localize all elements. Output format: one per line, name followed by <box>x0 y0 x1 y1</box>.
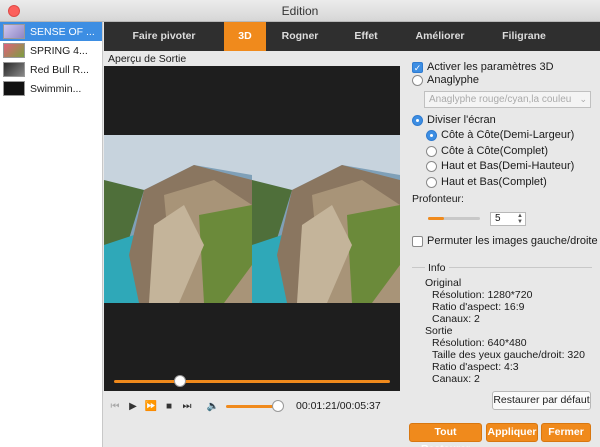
file-thumbnail <box>3 43 25 58</box>
file-item-sense[interactable]: SENSE OF ... <box>0 22 102 41</box>
tab-rotate[interactable]: Faire pivoter <box>104 22 224 51</box>
file-item-redbull[interactable]: Red Bull R... <box>0 60 102 79</box>
depth-label: Profonteur: <box>412 193 464 205</box>
file-name: Red Bull R... <box>30 63 89 76</box>
option-tb-full-radio[interactable] <box>426 176 437 188</box>
depth-stepper[interactable]: 5 ▲ ▼ <box>490 212 526 226</box>
swap-checkbox[interactable] <box>412 235 423 247</box>
restore-default-button[interactable]: Restaurer par défaut <box>492 391 591 410</box>
option-sbs-full-row[interactable]: Côte à Côte(Complet) <box>426 145 548 157</box>
anaglyph-row[interactable]: Anaglyphe <box>412 74 479 86</box>
option-label: Haut et Bas(Demi-Hauteur) <box>441 160 575 172</box>
info-output-resolution: Résolution: 640*480 <box>432 337 527 349</box>
depth-value: 5 <box>495 213 501 224</box>
preview-label: Aperçu de Sortie <box>108 53 187 65</box>
chevron-down-icon: ⌄ <box>579 94 587 104</box>
info-original-channels: Canaux: 2 <box>432 313 480 325</box>
file-thumbnail <box>3 62 25 77</box>
video-right-eye <box>252 135 400 303</box>
info-title: Info <box>425 262 449 274</box>
info-output-channels: Canaux: 2 <box>432 373 480 385</box>
tab-bar: Faire pivoter 3D Rogner Effet Améliorer … <box>104 22 600 51</box>
option-label: Côte à Côte(Demi-Largeur) <box>441 129 575 141</box>
file-thumbnail <box>3 81 25 96</box>
file-name: SPRING 4... <box>30 44 88 57</box>
stepper-arrows-icon[interactable]: ▲ ▼ <box>517 213 523 225</box>
enable-3d-checkbox[interactable]: ✓ <box>412 61 423 73</box>
volume-icon[interactable]: 🔈 <box>204 401 222 412</box>
volume-knob[interactable] <box>272 399 284 412</box>
apply-button[interactable]: Appliquer <box>486 423 538 442</box>
skip-end-icon[interactable]: ⏭ <box>178 401 196 412</box>
info-output-eye-size: Taille des yeux gauche/droit: 320 <box>432 349 585 361</box>
anaglyph-select[interactable]: Anaglyphe rouge/cyan,la couleu ⌄ <box>424 91 591 108</box>
file-name: Swimmin... <box>30 82 82 95</box>
anaglyph-select-value: Anaglyphe rouge/cyan,la couleu <box>429 94 572 105</box>
play-icon[interactable]: ▶ <box>124 401 142 412</box>
info-output-ratio: Ratio d'aspect: 4:3 <box>432 361 519 373</box>
file-item-spring[interactable]: SPRING 4... <box>0 41 102 60</box>
volume-slider[interactable] <box>226 399 284 412</box>
file-list: SENSE OF ... SPRING 4... Red Bull R... S… <box>0 22 103 447</box>
tab-watermark[interactable]: Filigrane <box>482 22 566 51</box>
split-screen-label: Diviser l'écran <box>427 114 496 126</box>
file-name: SENSE OF ... <box>30 25 95 38</box>
enable-3d-row[interactable]: ✓ Activer les paramètres 3D <box>412 61 554 73</box>
split-screen-radio[interactable] <box>412 114 423 126</box>
option-label: Côte à Côte(Complet) <box>441 145 548 157</box>
file-item-swimming[interactable]: Swimmin... <box>0 79 102 98</box>
info-original-label: Original <box>425 277 462 289</box>
timecode: 00:01:21/00:05:37 <box>296 400 381 412</box>
info-original-resolution: Résolution: 1280*720 <box>432 289 533 301</box>
anaglyph-label: Anaglyphe <box>427 74 479 86</box>
option-label: Haut et Bas(Complet) <box>441 176 547 188</box>
tab-enhance[interactable]: Améliorer <box>398 22 482 51</box>
skip-start-icon[interactable]: ⏮ <box>106 401 124 412</box>
tab-effect[interactable]: Effet <box>334 22 398 51</box>
option-sbs-full-radio[interactable] <box>426 145 437 157</box>
option-sbs-half-row[interactable]: Côte à Côte(Demi-Largeur) <box>426 129 574 141</box>
depth-slider-fill <box>428 217 444 220</box>
close-button[interactable]: Fermer <box>541 423 591 442</box>
seek-bar[interactable] <box>114 375 390 387</box>
info-output-label: Sortie <box>425 325 453 337</box>
stop-icon[interactable]: ■ <box>160 401 178 412</box>
swap-label: Permuter les images gauche/droite <box>427 235 598 247</box>
depth-slider[interactable] <box>428 217 480 220</box>
enable-3d-label: Activer les paramètres 3D <box>427 61 554 73</box>
anaglyph-radio[interactable] <box>412 74 423 86</box>
playback-controls: ⏮ ▶ ⏩ ■ ⏭ 🔈 00:01:21/00:05:37 <box>104 396 400 416</box>
tab-crop[interactable]: Rogner <box>266 22 334 51</box>
window-titlebar: Edition <box>0 0 600 22</box>
seek-knob[interactable] <box>174 375 187 387</box>
swap-row[interactable]: Permuter les images gauche/droite <box>412 235 598 247</box>
info-original-ratio: Ratio d'aspect: 16:9 <box>432 301 525 313</box>
option-tb-half-radio[interactable] <box>426 160 437 172</box>
tab-3d[interactable]: 3D <box>224 22 266 51</box>
restore-all-button[interactable]: Tout Restaurer <box>409 423 482 447</box>
option-tb-half-row[interactable]: Haut et Bas(Demi-Hauteur) <box>426 160 574 172</box>
video-preview <box>104 66 400 391</box>
split-screen-row[interactable]: Diviser l'écran <box>412 114 496 126</box>
option-tb-full-row[interactable]: Haut et Bas(Complet) <box>426 176 547 188</box>
window-close-button[interactable] <box>8 5 20 17</box>
option-sbs-half-radio[interactable] <box>426 129 437 141</box>
window-title: Edition <box>281 4 319 18</box>
fast-forward-icon[interactable]: ⏩ <box>142 401 160 412</box>
video-frame <box>104 135 400 303</box>
file-thumbnail <box>3 24 25 39</box>
video-left-eye <box>104 135 252 303</box>
